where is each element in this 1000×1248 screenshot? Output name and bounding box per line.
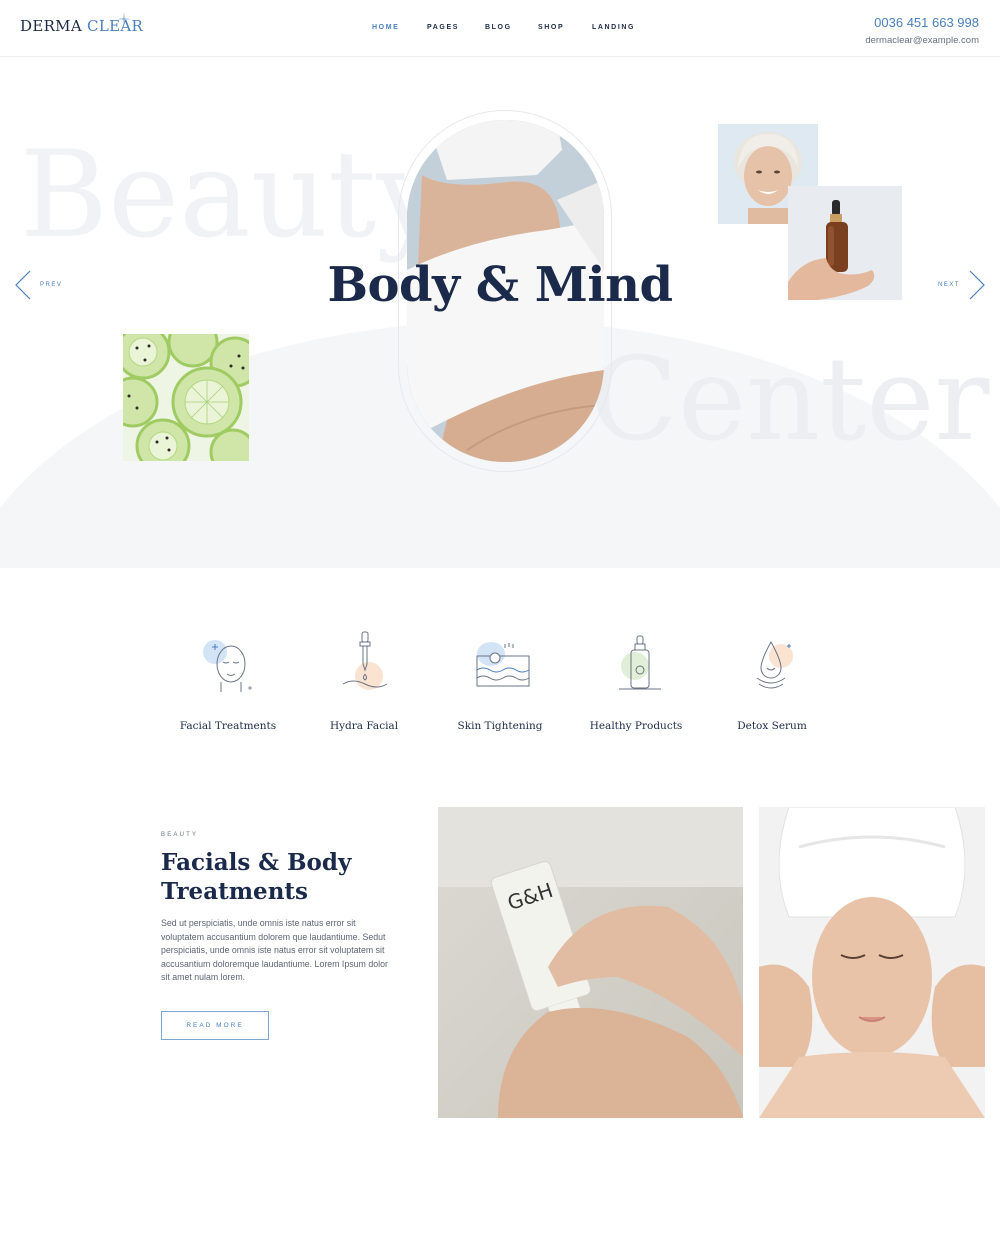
services-row: Facial Treatments Hydra Facial Skin Tigh… (160, 630, 840, 740)
droplet-icon (756, 640, 793, 689)
section-eyebrow: BEAUTY (161, 832, 199, 838)
kiwi-slices-image (123, 334, 249, 461)
service-skin-tightening[interactable]: Skin Tightening (432, 630, 568, 732)
section-body-text: Sed ut perspiciatis, unde omnis iste nat… (161, 918, 388, 982)
slider-prev-button[interactable]: PREV (14, 270, 62, 300)
service-healthy-products[interactable]: Healthy Products (568, 630, 704, 732)
service-label: Healthy Products (589, 720, 683, 732)
hero-bg-word-beauty: Beauty (20, 126, 445, 265)
section-title-line2: Treatments (161, 878, 308, 905)
logo-text-clear: CLEAR (87, 17, 144, 35)
face-icon (203, 640, 252, 692)
serum-bottle-icon (619, 635, 661, 690)
slider-next-button[interactable]: NEXT (938, 270, 986, 300)
chevron-right-icon (969, 270, 985, 300)
service-label: Hydra Facial (329, 720, 399, 732)
chevron-left-icon (15, 270, 31, 300)
main-nav: HOME PAGES BLOG SHOP LANDING (372, 24, 635, 31)
dropper-icon (342, 631, 388, 690)
nav-pages[interactable]: PAGES (427, 24, 485, 31)
hand-cream-image: G&H (438, 807, 743, 1118)
site-header: DERMA CLEAR HOME PAGES BLOG SHOP LANDING… (0, 0, 1000, 57)
facial-massage-image (759, 807, 985, 1118)
nav-shop[interactable]: SHOP (538, 24, 592, 31)
slider-prev-label: PREV (40, 282, 63, 288)
service-facial-treatments[interactable]: Facial Treatments (160, 630, 296, 732)
phone-number[interactable]: 0036 451 663 998 (865, 15, 979, 31)
email-address[interactable]: dermaclear@example.com (865, 35, 979, 46)
nav-home[interactable]: HOME (372, 24, 427, 31)
section-title-line1: Facials & Body (161, 849, 352, 876)
service-detox-serum[interactable]: Detox Serum (704, 630, 840, 732)
logo-text-derma: DERMA (20, 17, 82, 35)
sparkle-icon (117, 12, 131, 26)
skin-layers-icon (476, 642, 530, 687)
service-hydra-facial[interactable]: Hydra Facial (296, 630, 432, 732)
hero-bg-word-center: Center (590, 333, 990, 467)
read-more-button[interactable]: READ MORE (161, 1011, 269, 1040)
nav-blog[interactable]: BLOG (485, 24, 538, 31)
section-title: Facials & Body Treatments (161, 848, 431, 906)
slider-next-label: NEXT (937, 282, 960, 288)
contact-info: 0036 451 663 998 dermaclear@example.com (865, 15, 979, 46)
nav-landing[interactable]: LANDING (592, 24, 635, 31)
service-label: Skin Tightening (457, 720, 543, 732)
hero-slider: Beauty Center Body & Mind PREV NEXT (0, 58, 1000, 568)
serum-bottle-hand-image (788, 186, 902, 300)
service-label: Facial Treatments (179, 720, 277, 732)
service-label: Detox Serum (737, 720, 807, 732)
